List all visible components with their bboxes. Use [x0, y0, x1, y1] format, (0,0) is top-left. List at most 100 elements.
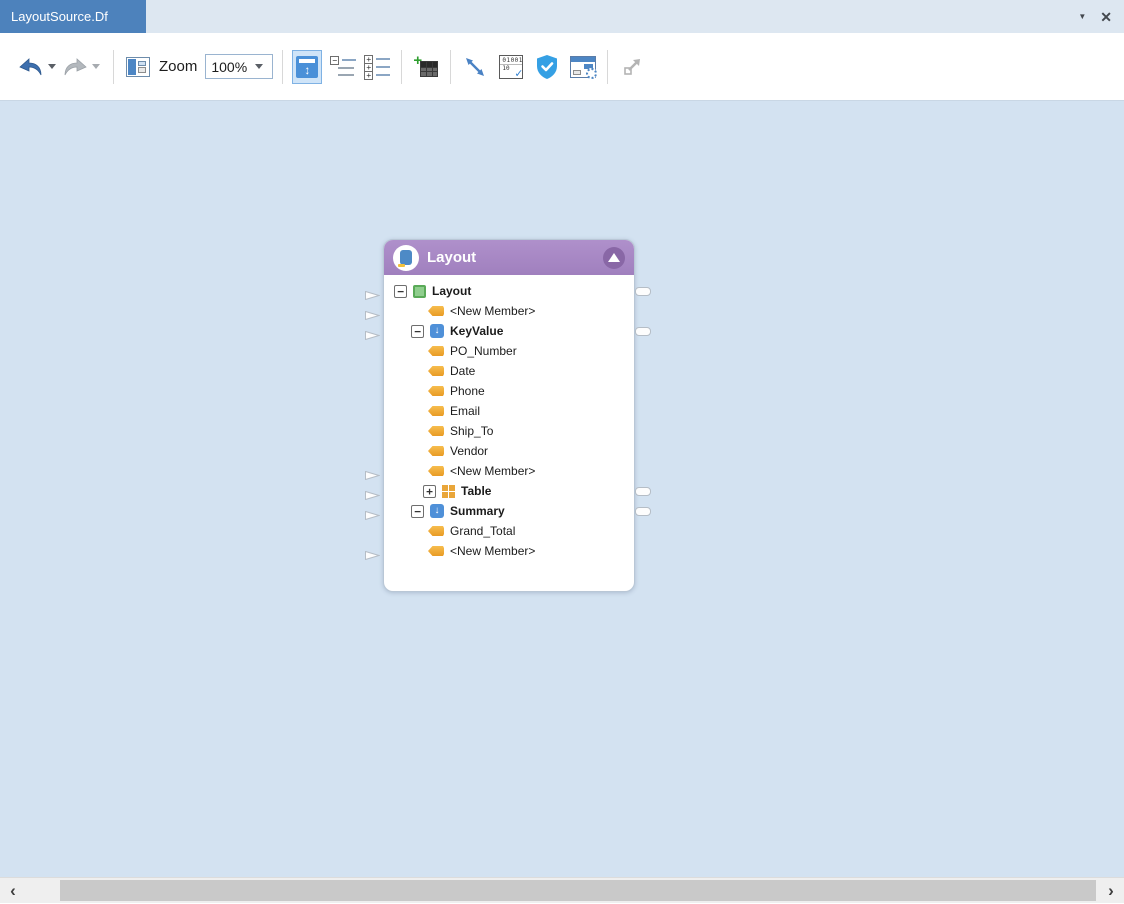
tag-icon	[428, 466, 444, 476]
zoom-select[interactable]: 100%	[205, 54, 273, 79]
tree-row-table[interactable]: + Table	[384, 481, 634, 501]
undo-button[interactable]	[16, 50, 46, 84]
pane-header: LayoutSource.Df ▼ ✕	[0, 0, 1124, 33]
tree-row-label: Ship_To	[450, 424, 493, 438]
collapse-expander-icon[interactable]: −	[394, 285, 407, 298]
layout-node-tree: −Layout<New Member>−↓KeyValuePO_NumberDa…	[384, 275, 634, 591]
input-port[interactable]	[365, 327, 380, 336]
toolbar-separator	[401, 50, 402, 84]
tree-row-new-member[interactable]: <New Member>	[384, 541, 634, 561]
collapse-expander-icon[interactable]: −	[411, 325, 424, 338]
horizontal-scrollbar-thumb[interactable]	[60, 880, 1096, 901]
output-port[interactable]	[635, 287, 651, 296]
horizontal-scrollbar[interactable]: ‹ ›	[0, 877, 1124, 903]
tag-icon	[428, 426, 444, 436]
design-canvas[interactable]: Layout −Layout<New Member>−↓KeyValuePO_N…	[0, 100, 1124, 877]
undo-icon	[18, 56, 44, 78]
shield-check-icon	[535, 54, 559, 80]
input-port[interactable]	[365, 287, 380, 296]
input-port[interactable]	[365, 547, 380, 556]
draw-connector-icon	[463, 55, 487, 79]
auto-fit-height-button[interactable]: ↕	[292, 50, 322, 84]
expand-expander-icon[interactable]: +	[423, 485, 436, 498]
tree-row-label: Phone	[450, 384, 485, 398]
tree-row-label: Email	[450, 404, 480, 418]
toolbar-separator	[113, 50, 114, 84]
tree-row-label: <New Member>	[450, 544, 535, 558]
tag-icon	[428, 546, 444, 556]
tree-row-email[interactable]: Email	[384, 401, 634, 421]
expand-all-button[interactable]: + + +	[362, 50, 392, 84]
redo-button[interactable]	[60, 50, 90, 84]
tag-icon	[428, 366, 444, 376]
tree-row-summary[interactable]: −↓Summary	[384, 501, 634, 521]
tree-row-label: KeyValue	[450, 324, 503, 338]
tree-row-grand-total[interactable]: Grand_Total	[384, 521, 634, 541]
blue-section-icon: ↓	[430, 324, 444, 338]
redo-dropdown-caret-icon[interactable]	[92, 64, 100, 69]
layout-node-icon	[393, 245, 419, 271]
validate-data-icon: 0100110✓	[499, 55, 523, 79]
green-square-icon	[413, 285, 426, 298]
toolbar-separator	[450, 50, 451, 84]
expand-view-button[interactable]	[617, 50, 647, 84]
tree-row-po-number[interactable]: PO_Number	[384, 341, 634, 361]
undo-dropdown-caret-icon[interactable]	[48, 64, 56, 69]
tree-row-date[interactable]: Date	[384, 361, 634, 381]
document-tab[interactable]: LayoutSource.Df	[0, 0, 146, 33]
scroll-left-arrow-icon[interactable]: ‹	[2, 878, 24, 903]
orange-grid-icon	[442, 485, 455, 498]
tree-row-ship-to[interactable]: Ship_To	[384, 421, 634, 441]
tree-row-label: <New Member>	[450, 304, 535, 318]
output-port[interactable]	[635, 507, 651, 516]
add-table-icon: +	[413, 55, 439, 79]
input-port[interactable]	[365, 487, 380, 496]
tree-row-label: <New Member>	[450, 464, 535, 478]
tree-row-phone[interactable]: Phone	[384, 381, 634, 401]
shield-check-button[interactable]	[532, 50, 562, 84]
tree-row-keyvalue[interactable]: −↓ KeyValue	[384, 321, 634, 341]
auto-fit-height-icon: ↕	[296, 56, 318, 78]
tree-row-label: Table	[461, 484, 491, 498]
expand-view-icon	[620, 55, 644, 79]
page-preview-icon	[126, 57, 150, 77]
tree-row-label: Summary	[450, 504, 505, 518]
collapse-expander-icon[interactable]: −	[411, 505, 424, 518]
tree-row-label: PO_Number	[450, 344, 517, 358]
scroll-right-arrow-icon[interactable]: ›	[1100, 878, 1122, 903]
page-preview-button[interactable]	[123, 50, 153, 84]
pane-close-icon[interactable]: ✕	[1100, 10, 1112, 24]
validate-data-button[interactable]: 0100110✓	[496, 50, 526, 84]
add-table-button[interactable]: +	[411, 50, 441, 84]
draw-connector-button[interactable]	[460, 50, 490, 84]
output-port[interactable]	[635, 327, 651, 336]
toolbar: Zoom 100% ↕ − + + + +	[0, 33, 1124, 100]
tree-row-new-member[interactable]: <New Member>	[384, 461, 634, 481]
toolbar-separator	[607, 50, 608, 84]
layout-node-title: Layout	[427, 249, 476, 266]
tree-row-layout[interactable]: −Layout	[384, 281, 634, 301]
layout-node[interactable]: Layout −Layout<New Member>−↓KeyValuePO_N…	[383, 239, 635, 592]
layout-node-header[interactable]: Layout	[384, 240, 634, 275]
window-options-icon	[570, 56, 596, 78]
document-tab-label: LayoutSource.Df	[11, 9, 108, 24]
toolbar-separator	[282, 50, 283, 84]
pane-controls: ▼ ✕	[1078, 0, 1124, 33]
output-port[interactable]	[635, 487, 651, 496]
input-port[interactable]	[365, 307, 380, 316]
node-collapse-button[interactable]	[603, 247, 625, 269]
tree-row-vendor[interactable]: Vendor	[384, 441, 634, 461]
triangle-up-icon	[608, 253, 620, 262]
tag-icon	[428, 306, 444, 316]
pane-menu-caret-icon[interactable]: ▼	[1078, 13, 1086, 21]
input-port[interactable]	[365, 507, 380, 516]
tree-row-new-member[interactable]: <New Member>	[384, 301, 634, 321]
tag-icon	[428, 386, 444, 396]
window-options-button[interactable]	[568, 50, 598, 84]
collapse-all-button[interactable]: −	[328, 50, 358, 84]
tag-icon	[428, 526, 444, 536]
tree-row-label: Grand_Total	[450, 524, 515, 538]
input-port[interactable]	[365, 467, 380, 476]
tag-icon	[428, 406, 444, 416]
zoom-value: 100%	[211, 59, 247, 75]
